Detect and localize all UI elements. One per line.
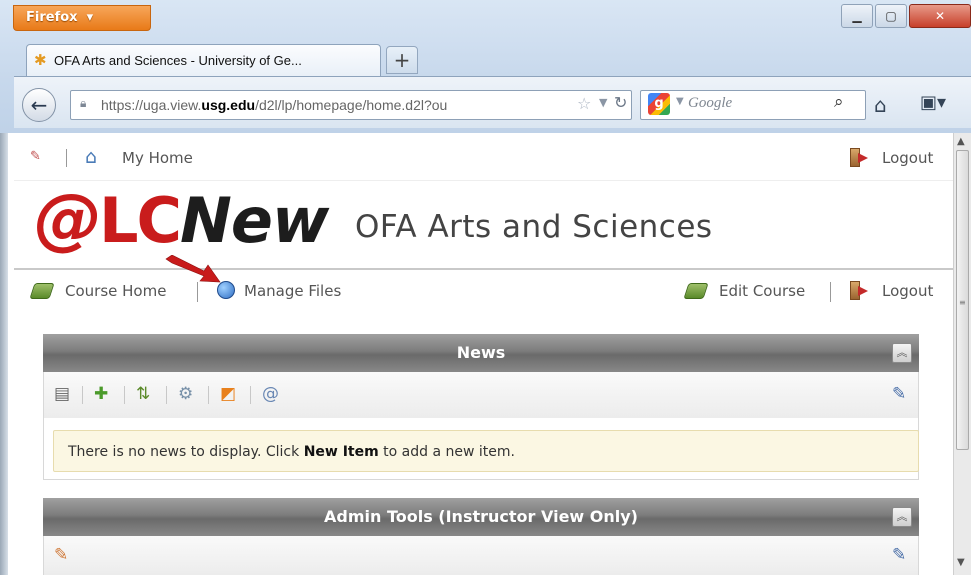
elc-new-logo[interactable]: @LCNew <box>34 184 329 257</box>
manage-files-icon[interactable] <box>217 281 235 299</box>
pencil-icon[interactable]: ✎ <box>54 545 68 565</box>
admin-tools-widget-header: Admin Tools (Instructor View Only) ︽ <box>43 498 919 536</box>
back-button[interactable]: ← <box>22 88 56 122</box>
logo-new: New <box>180 184 329 257</box>
url-bar[interactable]: https://uga.view.usg.edu/d2l/lp/homepage… <box>70 90 632 120</box>
bookmark-star-icon[interactable]: ☆ <box>577 94 591 113</box>
logo-at: @ <box>34 180 102 259</box>
firefox-menu-button[interactable]: Firefox ▾ <box>13 5 151 31</box>
house-icon[interactable]: ⌂ <box>85 146 97 168</box>
news-msg-before: There is no news to display. Click <box>68 444 304 460</box>
history-dropdown-icon[interactable]: ▼ <box>599 96 607 109</box>
admin-tools-toolbar: ✎ ✎ <box>43 536 919 575</box>
back-arrow-icon: ← <box>30 93 48 117</box>
logout-door-icon[interactable] <box>848 280 870 302</box>
scroll-down-arrow-icon[interactable]: ▼ <box>957 557 965 568</box>
scroll-up-arrow-icon[interactable]: ▲ <box>957 136 965 147</box>
edit-pencil-icon[interactable]: ✎ <box>30 149 41 164</box>
news-widget-header: News ︽ <box>43 334 919 372</box>
plus-icon: + <box>393 48 411 72</box>
edit-course-link[interactable]: Edit Course <box>719 282 805 300</box>
separator <box>82 386 83 404</box>
search-placeholder: Google <box>688 95 733 111</box>
collapse-chevrons-icon[interactable]: ︽ <box>892 343 912 363</box>
separator <box>830 282 831 302</box>
separator <box>208 386 209 404</box>
new-item-link[interactable]: New Item <box>304 444 379 460</box>
close-window-button[interactable]: ✕ <box>909 4 971 28</box>
minimize-icon: ▁ <box>852 9 862 23</box>
course-navbar: Course Home Manage Files Edit Course Log… <box>29 280 940 306</box>
top-logout-link[interactable]: Logout <box>882 149 933 167</box>
window-controls: ▁ ▢ ✕ <box>841 4 971 28</box>
search-engine-dropdown-icon[interactable]: ▼ <box>676 96 684 107</box>
lock-icon: 🔒︎ <box>80 96 87 110</box>
admin-tools-title: Admin Tools (Instructor View Only) <box>323 507 638 526</box>
search-icon[interactable]: ⌕ <box>834 92 844 112</box>
course-home-link[interactable]: Course Home <box>65 282 166 300</box>
widget-edit-icon[interactable]: ✎ <box>892 384 906 404</box>
edit-course-icon[interactable] <box>683 283 709 299</box>
url-prefix: https://uga.view. <box>101 97 202 113</box>
scroll-grip-icon: ≡ <box>959 298 966 307</box>
red-pointer-arrow-icon <box>165 255 221 283</box>
google-search-engine-icon[interactable]: g <box>648 93 670 115</box>
site-favicon-icon: ✱ <box>34 51 47 69</box>
window-left-edge <box>0 133 8 575</box>
news-msg-after: to add a new item. <box>378 444 515 460</box>
news-toolbar: ▤ ✚ ⇅ ⚙ ◩ @ ✎ <box>43 372 919 418</box>
top-navbar: ✎ ⌂ My Home Logout <box>30 146 940 171</box>
course-nav-divider <box>14 268 953 270</box>
new-tab-button[interactable]: + <box>386 46 418 74</box>
separator <box>124 386 125 404</box>
course-logout-link[interactable]: Logout <box>882 282 933 300</box>
list-view-icon[interactable]: ▤ <box>54 384 70 404</box>
rss-feed-icon[interactable]: ◩ <box>220 384 236 404</box>
my-home-link[interactable]: My Home <box>122 149 193 167</box>
news-widget-title: News <box>456 343 506 362</box>
course-title: OFA Arts and Sciences <box>355 209 713 245</box>
url-suffix: /d2l/lp/homepage/home.d2l?ou <box>255 97 448 113</box>
course-home-book-icon[interactable] <box>29 283 55 299</box>
bookmarks-menu-icon[interactable]: ▣▾ <box>920 92 946 113</box>
separator <box>250 386 251 404</box>
firefox-menu-label: Firefox <box>26 10 78 25</box>
news-empty-message: There is no news to display. Click New I… <box>53 430 919 472</box>
separator <box>197 282 198 302</box>
reorder-icon[interactable]: ⇅ <box>136 384 150 404</box>
email-subscribe-icon[interactable]: @ <box>262 384 279 404</box>
minimize-button[interactable]: ▁ <box>841 4 873 28</box>
separator <box>66 149 67 167</box>
add-item-icon[interactable]: ✚ <box>94 384 108 404</box>
manage-files-link[interactable]: Manage Files <box>244 282 341 300</box>
widget-edit-icon[interactable]: ✎ <box>892 545 906 565</box>
settings-gears-icon[interactable]: ⚙ <box>178 384 193 404</box>
collapse-chevrons-icon[interactable]: ︽ <box>892 507 912 527</box>
chevron-down-icon: ▾ <box>82 10 94 25</box>
tab-active[interactable]: ✱ OFA Arts and Sciences - University of … <box>26 44 381 76</box>
url-host: usg.edu <box>201 97 256 113</box>
separator <box>166 386 167 404</box>
logout-door-icon[interactable] <box>848 147 870 169</box>
banner-top-line <box>14 180 953 181</box>
search-bar[interactable] <box>640 90 866 120</box>
maximize-icon: ▢ <box>885 9 897 23</box>
logo-lc: LC <box>99 184 182 257</box>
maximize-button[interactable]: ▢ <box>875 4 907 28</box>
reload-icon[interactable]: ↻ <box>614 93 627 112</box>
close-icon: ✕ <box>934 9 946 23</box>
home-icon[interactable]: ⌂ <box>874 93 887 117</box>
tab-title: OFA Arts and Sciences - University of Ge… <box>54 53 302 68</box>
